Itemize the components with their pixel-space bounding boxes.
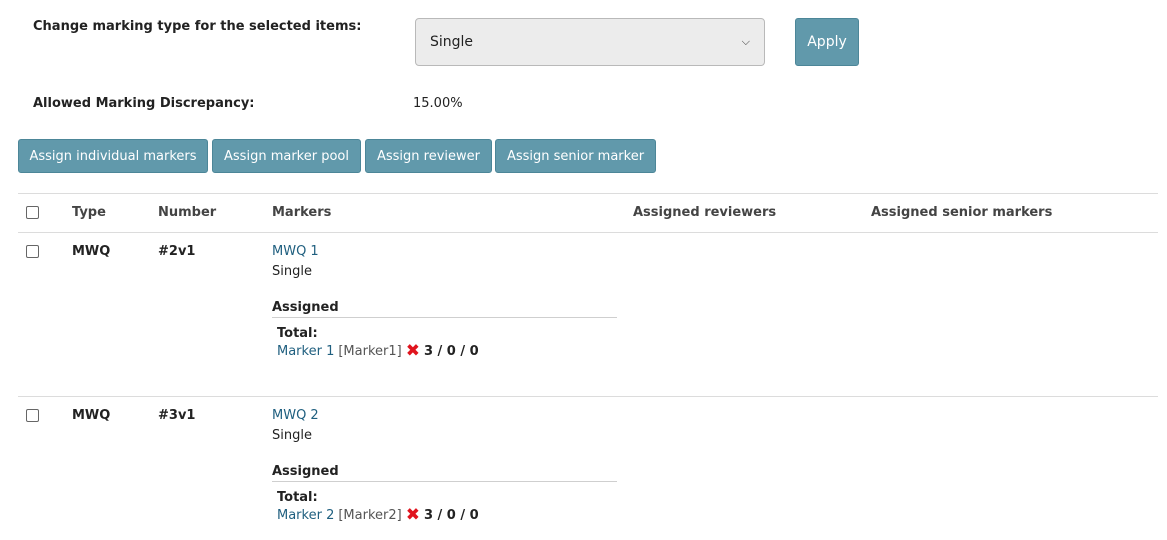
marker-link[interactable]: Marker 1	[277, 344, 334, 359]
total-label: Total:	[277, 326, 318, 341]
select-all-checkbox[interactable]	[26, 206, 39, 219]
assign-individual-markers-button[interactable]: Assign individual markers	[18, 139, 208, 173]
row-number: #3v1	[158, 408, 196, 423]
assign-senior-marker-button[interactable]: Assign senior marker	[495, 139, 656, 173]
marking-type-label: Change marking type for the selected ite…	[33, 19, 362, 34]
item-link[interactable]: MWQ 1	[272, 244, 319, 259]
assigned-divider	[272, 317, 617, 318]
total-label: Total:	[277, 490, 318, 505]
row-type: MWQ	[72, 244, 111, 259]
marker-score: 3 / 0 / 0	[423, 344, 479, 359]
marker-score: 3 / 0 / 0	[423, 508, 479, 523]
row-checkbox[interactable]	[26, 409, 39, 422]
assigned-heading: Assigned	[272, 464, 339, 479]
cross-icon: ✖	[405, 505, 420, 525]
item-marking-mode: Single	[272, 264, 312, 279]
table-top-divider	[18, 193, 1158, 194]
column-header-type: Type	[72, 205, 106, 220]
assigned-divider	[272, 481, 617, 482]
marking-type-select[interactable]: Single ⌵	[415, 18, 765, 66]
column-header-number: Number	[158, 205, 217, 220]
column-header-markers: Markers	[272, 205, 332, 220]
marker-id: [Marker1]	[338, 344, 402, 359]
assigned-heading: Assigned	[272, 300, 339, 315]
marker-assignment: Marker 2 [Marker2] ✖ 3 / 0 / 0	[277, 507, 479, 524]
marking-type-selected-value: Single	[430, 34, 474, 50]
row-divider	[18, 396, 1158, 397]
discrepancy-label: Allowed Marking Discrepancy:	[33, 96, 255, 111]
apply-button[interactable]: Apply	[795, 18, 859, 66]
row-number: #2v1	[158, 244, 196, 259]
marker-id: [Marker2]	[338, 508, 402, 523]
assign-reviewer-button[interactable]: Assign reviewer	[365, 139, 492, 173]
chevron-down-icon: ⌵	[741, 35, 750, 48]
column-header-reviewers: Assigned reviewers	[633, 205, 777, 220]
table-header-divider	[18, 232, 1158, 233]
item-link[interactable]: MWQ 2	[272, 408, 319, 423]
marker-assignment: Marker 1 [Marker1] ✖ 3 / 0 / 0	[277, 343, 479, 360]
column-header-senior-markers: Assigned senior markers	[871, 205, 1053, 220]
discrepancy-value: 15.00%	[413, 96, 463, 111]
assign-marker-pool-button[interactable]: Assign marker pool	[212, 139, 361, 173]
row-checkbox[interactable]	[26, 245, 39, 258]
marker-link[interactable]: Marker 2	[277, 508, 334, 523]
cross-icon: ✖	[405, 341, 420, 361]
item-marking-mode: Single	[272, 428, 312, 443]
row-type: MWQ	[72, 408, 111, 423]
